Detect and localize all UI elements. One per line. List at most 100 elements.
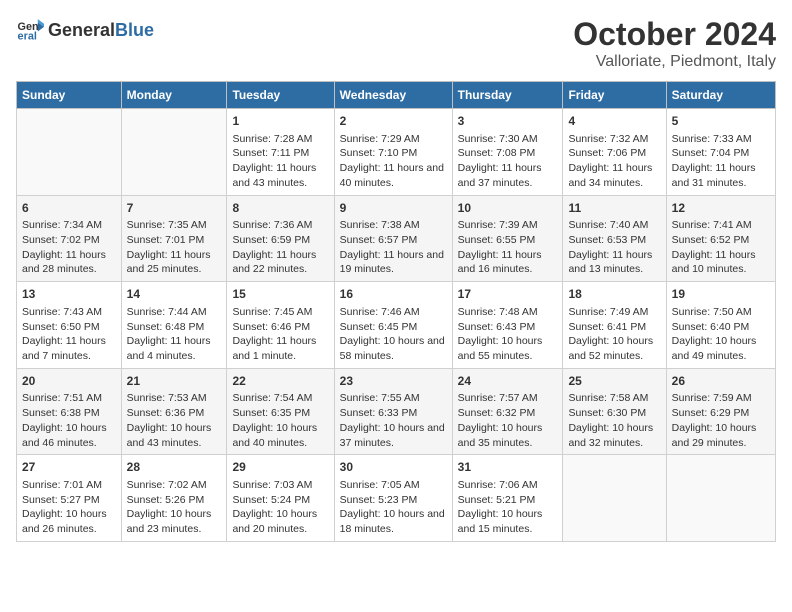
calendar-cell: 3 Sunrise: 7:30 AM Sunset: 7:08 PM Daylig… (452, 109, 563, 196)
day-number: 24 (458, 373, 558, 390)
day-number: 14 (127, 286, 222, 303)
day-info: Sunrise: 7:50 AM Sunset: 6:40 PM Dayligh… (672, 305, 770, 364)
day-number: 23 (340, 373, 447, 390)
calendar-cell: 17Sunrise: 7:48 AM Sunset: 6:43 PM Dayli… (452, 282, 563, 369)
calendar-cell: 28 Sunrise: 7:02 AM Sunset: 5:26 PM Dayli… (121, 455, 227, 542)
day-info: Sunrise: 7:02 AM Sunset: 5:26 PM Dayligh… (127, 478, 222, 537)
day-number: 7 (127, 200, 222, 217)
calendar-cell: 2 Sunrise: 7:29 AM Sunset: 7:10 PM Daylig… (334, 109, 452, 196)
day-number: 28 (127, 459, 222, 476)
day-number: 29 (232, 459, 328, 476)
calendar-cell: 13Sunrise: 7:43 AM Sunset: 6:50 PM Dayli… (17, 282, 122, 369)
logo-general: General (48, 20, 115, 41)
calendar-cell: 1 Sunrise: 7:28 AM Sunset: 7:11 PM Daylig… (227, 109, 334, 196)
calendar-cell: 6Sunrise: 7:34 AM Sunset: 7:02 PM Daylig… (17, 195, 122, 282)
calendar-week-row: 20Sunrise: 7:51 AM Sunset: 6:38 PM Dayli… (17, 368, 776, 455)
day-info: Sunrise: 7:32 AM Sunset: 7:06 PM Dayligh… (568, 132, 660, 191)
day-number: 26 (672, 373, 770, 390)
day-info: Sunrise: 7:06 AM Sunset: 5:21 PM Dayligh… (458, 478, 558, 537)
day-info: Sunrise: 7:46 AM Sunset: 6:45 PM Dayligh… (340, 305, 447, 364)
day-number: 8 (232, 200, 328, 217)
calendar-cell: 8Sunrise: 7:36 AM Sunset: 6:59 PM Daylig… (227, 195, 334, 282)
day-info: Sunrise: 7:45 AM Sunset: 6:46 PM Dayligh… (232, 305, 328, 364)
day-header-wednesday: Wednesday (334, 82, 452, 109)
calendar-cell: 23Sunrise: 7:55 AM Sunset: 6:33 PM Dayli… (334, 368, 452, 455)
day-info: Sunrise: 7:03 AM Sunset: 5:24 PM Dayligh… (232, 478, 328, 537)
calendar-cell: 31 Sunrise: 7:06 AM Sunset: 5:21 PM Dayli… (452, 455, 563, 542)
day-number: 10 (458, 200, 558, 217)
day-info: Sunrise: 7:55 AM Sunset: 6:33 PM Dayligh… (340, 391, 447, 450)
calendar-cell: 4 Sunrise: 7:32 AM Sunset: 7:06 PM Daylig… (563, 109, 666, 196)
calendar-cell: 29 Sunrise: 7:03 AM Sunset: 5:24 PM Dayli… (227, 455, 334, 542)
header: Gen eral General Blue October 2024 Vallo… (16, 16, 776, 71)
day-info: Sunrise: 7:39 AM Sunset: 6:55 PM Dayligh… (458, 218, 558, 277)
day-number: 4 (568, 113, 660, 130)
calendar-cell (17, 109, 122, 196)
day-info: Sunrise: 7:44 AM Sunset: 6:48 PM Dayligh… (127, 305, 222, 364)
calendar-cell: 12Sunrise: 7:41 AM Sunset: 6:52 PM Dayli… (666, 195, 775, 282)
day-info: Sunrise: 7:40 AM Sunset: 6:53 PM Dayligh… (568, 218, 660, 277)
day-number: 12 (672, 200, 770, 217)
calendar-week-row: 27Sunrise: 7:01 AM Sunset: 5:27 PM Dayli… (17, 455, 776, 542)
day-number: 16 (340, 286, 447, 303)
day-header-monday: Monday (121, 82, 227, 109)
logo: Gen eral General Blue (16, 16, 154, 44)
calendar-cell: 5 Sunrise: 7:33 AM Sunset: 7:04 PM Daylig… (666, 109, 775, 196)
calendar-cell (666, 455, 775, 542)
day-info: Sunrise: 7:36 AM Sunset: 6:59 PM Dayligh… (232, 218, 328, 277)
logo-text: General Blue (48, 20, 154, 41)
day-info: Sunrise: 7:28 AM Sunset: 7:11 PM Dayligh… (232, 132, 328, 191)
calendar-cell (121, 109, 227, 196)
day-number: 21 (127, 373, 222, 390)
day-number: 2 (340, 113, 447, 130)
day-info: Sunrise: 7:01 AM Sunset: 5:27 PM Dayligh… (22, 478, 116, 537)
day-number: 18 (568, 286, 660, 303)
day-number: 20 (22, 373, 116, 390)
day-number: 6 (22, 200, 116, 217)
calendar-week-row: 1 Sunrise: 7:28 AM Sunset: 7:11 PM Daylig… (17, 109, 776, 196)
day-number: 1 (232, 113, 328, 130)
day-number: 25 (568, 373, 660, 390)
location-title: Valloriate, Piedmont, Italy (573, 53, 776, 71)
title-area: October 2024 Valloriate, Piedmont, Italy (573, 16, 776, 71)
svg-text:eral: eral (18, 30, 37, 42)
day-number: 3 (458, 113, 558, 130)
calendar-header-row: SundayMondayTuesdayWednesdayThursdayFrid… (17, 82, 776, 109)
calendar-cell: 24Sunrise: 7:57 AM Sunset: 6:32 PM Dayli… (452, 368, 563, 455)
day-info: Sunrise: 7:49 AM Sunset: 6:41 PM Dayligh… (568, 305, 660, 364)
calendar-cell: 30Sunrise: 7:05 AM Sunset: 5:23 PM Dayli… (334, 455, 452, 542)
day-number: 17 (458, 286, 558, 303)
day-number: 13 (22, 286, 116, 303)
calendar-week-row: 6Sunrise: 7:34 AM Sunset: 7:02 PM Daylig… (17, 195, 776, 282)
calendar-cell: 22Sunrise: 7:54 AM Sunset: 6:35 PM Dayli… (227, 368, 334, 455)
day-number: 31 (458, 459, 558, 476)
calendar-cell: 11Sunrise: 7:40 AM Sunset: 6:53 PM Dayli… (563, 195, 666, 282)
day-info: Sunrise: 7:30 AM Sunset: 7:08 PM Dayligh… (458, 132, 558, 191)
calendar-cell: 16 Sunrise: 7:46 AM Sunset: 6:45 PM Dayli… (334, 282, 452, 369)
calendar-cell: 27Sunrise: 7:01 AM Sunset: 5:27 PM Dayli… (17, 455, 122, 542)
day-header-tuesday: Tuesday (227, 82, 334, 109)
day-number: 15 (232, 286, 328, 303)
day-info: Sunrise: 7:05 AM Sunset: 5:23 PM Dayligh… (340, 478, 447, 537)
calendar-week-row: 13Sunrise: 7:43 AM Sunset: 6:50 PM Dayli… (17, 282, 776, 369)
calendar-cell: 7Sunrise: 7:35 AM Sunset: 7:01 PM Daylig… (121, 195, 227, 282)
day-info: Sunrise: 7:35 AM Sunset: 7:01 PM Dayligh… (127, 218, 222, 277)
day-header-sunday: Sunday (17, 82, 122, 109)
day-info: Sunrise: 7:33 AM Sunset: 7:04 PM Dayligh… (672, 132, 770, 191)
day-number: 9 (340, 200, 447, 217)
logo-blue: Blue (115, 20, 154, 41)
day-info: Sunrise: 7:29 AM Sunset: 7:10 PM Dayligh… (340, 132, 447, 191)
calendar-cell: 25Sunrise: 7:58 AM Sunset: 6:30 PM Dayli… (563, 368, 666, 455)
day-number: 19 (672, 286, 770, 303)
day-number: 11 (568, 200, 660, 217)
day-info: Sunrise: 7:34 AM Sunset: 7:02 PM Dayligh… (22, 218, 116, 277)
day-info: Sunrise: 7:58 AM Sunset: 6:30 PM Dayligh… (568, 391, 660, 450)
day-number: 5 (672, 113, 770, 130)
calendar-cell: 9Sunrise: 7:38 AM Sunset: 6:57 PM Daylig… (334, 195, 452, 282)
day-info: Sunrise: 7:54 AM Sunset: 6:35 PM Dayligh… (232, 391, 328, 450)
calendar-cell: 14 Sunrise: 7:44 AM Sunset: 6:48 PM Dayli… (121, 282, 227, 369)
day-info: Sunrise: 7:51 AM Sunset: 6:38 PM Dayligh… (22, 391, 116, 450)
calendar-cell (563, 455, 666, 542)
calendar-cell: 21Sunrise: 7:53 AM Sunset: 6:36 PM Dayli… (121, 368, 227, 455)
day-info: Sunrise: 7:41 AM Sunset: 6:52 PM Dayligh… (672, 218, 770, 277)
